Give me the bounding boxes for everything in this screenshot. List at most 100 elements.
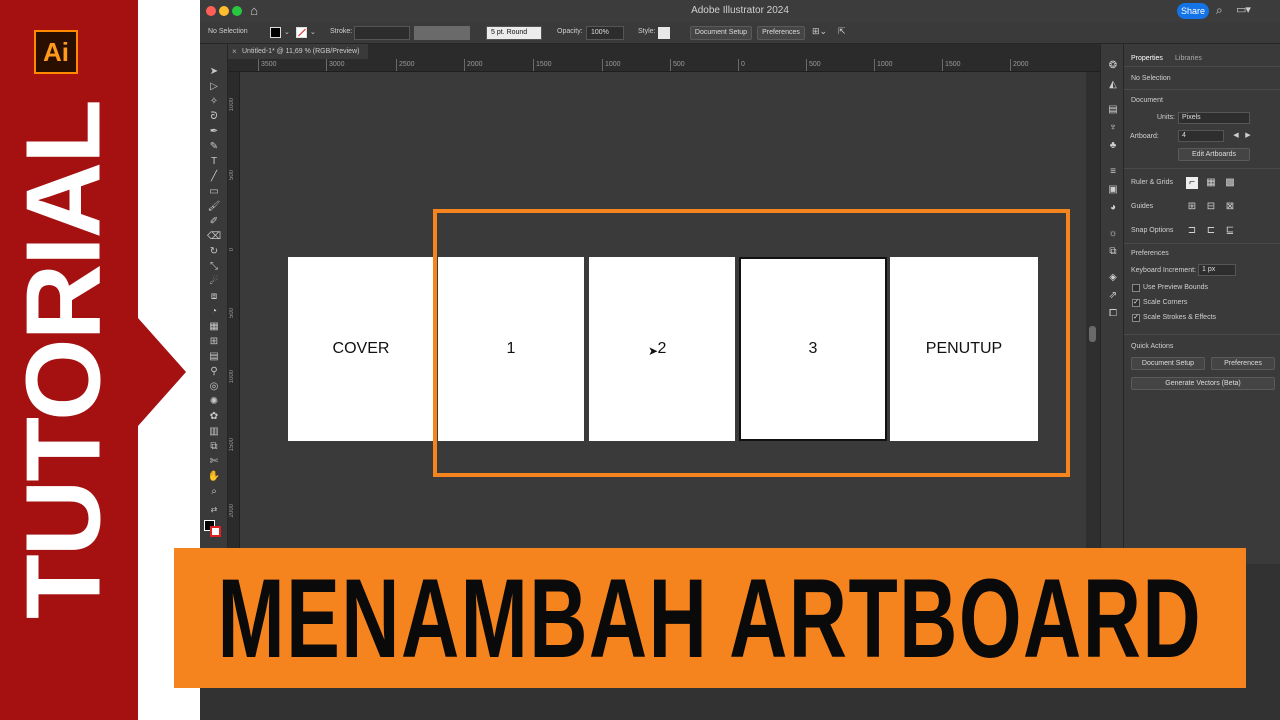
artboard-cover[interactable]: COVER: [288, 257, 434, 441]
selection-status: No Selection: [1131, 75, 1171, 82]
line-tool-icon[interactable]: ╱: [207, 171, 221, 183]
grid-icon[interactable]: ▦: [1205, 177, 1217, 189]
vertical-scrollbar[interactable]: [1086, 72, 1100, 552]
layers-icon[interactable]: ◈: [1106, 272, 1120, 284]
eraser-icon[interactable]: ⌫: [207, 231, 221, 243]
fill-color-swatch[interactable]: [270, 27, 281, 38]
stroke-weight-field[interactable]: [354, 26, 410, 40]
direct-selection-tool-icon[interactable]: ▷: [207, 81, 221, 93]
rotate-tool-icon[interactable]: ↻: [207, 246, 221, 258]
scale-corners-checkbox[interactable]: ✓: [1132, 299, 1140, 307]
document-tab[interactable]: × Untitled-1* @ 11,69 % (RGB/Preview): [228, 44, 368, 59]
units-select[interactable]: Pixels: [1178, 112, 1250, 124]
variable-width-profile[interactable]: [414, 26, 470, 40]
chevron-down-icon[interactable]: ⌄: [310, 28, 316, 36]
scale-strokes-checkbox[interactable]: ✓: [1132, 314, 1140, 322]
ruler-tick: 500: [673, 61, 685, 68]
close-icon[interactable]: ×: [232, 44, 237, 59]
home-icon[interactable]: ⌂: [246, 3, 262, 19]
color-icon[interactable]: ❂: [1106, 60, 1120, 72]
snap-to-grid-icon[interactable]: ⊏: [1205, 225, 1217, 237]
generate-vectors-button[interactable]: Generate Vectors (Beta): [1131, 377, 1275, 390]
chevron-down-icon[interactable]: ⌄: [284, 28, 290, 36]
export-icon[interactable]: ⇗: [1106, 290, 1120, 302]
scale-tool-icon[interactable]: ⤡: [207, 261, 221, 273]
use-preview-bounds-checkbox[interactable]: [1132, 284, 1140, 292]
selection-tool-icon[interactable]: ➤: [207, 66, 221, 78]
horizontal-ruler[interactable]: 3500 3000 2500 2000 1500 1000 500 0 500 …: [228, 59, 1100, 72]
snap-to-pixel-icon[interactable]: ⊑: [1224, 225, 1236, 237]
share-button[interactable]: Share: [1177, 3, 1209, 19]
mesh-tool-icon[interactable]: ⊞: [207, 336, 221, 348]
stroke-icon[interactable]: ≡: [1106, 166, 1120, 178]
smart-guides-icon[interactable]: ⊠: [1224, 201, 1236, 213]
free-transform-icon[interactable]: ⧈: [207, 291, 221, 303]
minimize-window-button[interactable]: [219, 6, 229, 16]
stroke-color-swatch[interactable]: [296, 27, 307, 38]
swap-colors-icon[interactable]: ⇄: [207, 504, 221, 516]
preferences-button[interactable]: Preferences: [757, 26, 805, 40]
pen-tool-icon[interactable]: ✒: [207, 126, 221, 138]
shape-builder-icon[interactable]: ◔: [207, 306, 221, 318]
symbol-tool-icon[interactable]: ✿: [207, 411, 221, 423]
align-icon[interactable]: ⊞⌄: [812, 26, 827, 37]
document-setup-button[interactable]: Document Setup: [1131, 357, 1205, 370]
opacity-field[interactable]: 100%: [586, 26, 624, 40]
lock-guides-icon[interactable]: ⊟: [1205, 201, 1217, 213]
color-guide-icon[interactable]: ◭: [1106, 79, 1120, 91]
brushes-icon[interactable]: ♆: [1106, 122, 1120, 134]
appearance-icon[interactable]: ☼: [1106, 228, 1120, 240]
zoom-tool-icon[interactable]: ⌕: [207, 486, 221, 498]
maximize-window-button[interactable]: [232, 6, 242, 16]
transform-icon[interactable]: ⇱: [838, 26, 846, 37]
gradient-icon[interactable]: ▣: [1106, 184, 1120, 196]
graphic-styles-icon[interactable]: ⧉: [1106, 246, 1120, 258]
rectangle-tool-icon[interactable]: ▭: [207, 186, 221, 198]
show-guides-icon[interactable]: ⊞: [1186, 201, 1198, 213]
document-setup-button[interactable]: Document Setup: [690, 26, 752, 40]
warp-tool-icon[interactable]: ☄: [207, 276, 221, 288]
preferences-button[interactable]: Preferences: [1211, 357, 1275, 370]
brush-definition[interactable]: 5 pt. Round: [486, 26, 542, 40]
blend-tool-icon[interactable]: ◎: [207, 381, 221, 393]
perspective-grid-icon[interactable]: ▦: [207, 321, 221, 333]
swatches-icon[interactable]: ▤: [1106, 104, 1120, 116]
tab-properties[interactable]: Properties: [1131, 55, 1163, 62]
transparency-grid-icon[interactable]: ▩: [1224, 177, 1236, 189]
canvas[interactable]: COVER 1 2 3 PENUTUP ➤: [240, 72, 1086, 552]
hand-tool-icon[interactable]: ✋: [207, 471, 221, 483]
paintbrush-icon[interactable]: 🖌: [207, 201, 221, 213]
shaper-tool-icon[interactable]: ✐: [207, 216, 221, 228]
gradient-tool-icon[interactable]: ▤: [207, 351, 221, 363]
magic-wand-icon[interactable]: ✧: [207, 96, 221, 108]
artboard-select[interactable]: 4: [1178, 130, 1224, 142]
slice-tool-icon[interactable]: ✄: [207, 456, 221, 468]
graphic-style-swatch[interactable]: [658, 27, 670, 39]
next-artboard-icon[interactable]: ▶: [1242, 130, 1254, 142]
lasso-icon[interactable]: ᘐ: [207, 111, 221, 123]
transparency-icon[interactable]: ◕: [1106, 202, 1120, 214]
scrollbar-thumb[interactable]: [1089, 326, 1096, 342]
symbols-icon[interactable]: ♣: [1106, 140, 1120, 152]
type-tool-icon[interactable]: T: [207, 156, 221, 168]
eyedropper-icon[interactable]: ⚲: [207, 366, 221, 378]
previous-artboard-icon[interactable]: ◀: [1230, 130, 1242, 142]
edit-artboards-button[interactable]: Edit Artboards: [1178, 148, 1250, 161]
tutorial-label-text: TUTORIAL: [4, 101, 123, 619]
close-window-button[interactable]: [206, 6, 216, 16]
artboards-icon[interactable]: ⧠: [1106, 308, 1120, 320]
workspace-icon[interactable]: ▭▾: [1236, 3, 1251, 16]
symbol-sprayer-icon[interactable]: ✺: [207, 396, 221, 408]
keyboard-increment-field[interactable]: 1 px: [1198, 264, 1236, 276]
vertical-ruler[interactable]: 1000 500 0 500 1000 1500 2000: [228, 72, 240, 552]
ruler-tick: 500: [229, 170, 235, 181]
ruler-icon[interactable]: ⌐: [1186, 177, 1198, 189]
stroke-swatch[interactable]: [210, 526, 221, 537]
artboard-tool-icon[interactable]: ⧉: [207, 441, 221, 453]
column-graph-icon[interactable]: ▥: [207, 426, 221, 438]
snap-to-point-icon[interactable]: ⊐: [1186, 225, 1198, 237]
curvature-tool-icon[interactable]: ✎: [207, 141, 221, 153]
artboard-label: COVER: [332, 340, 390, 357]
tab-libraries[interactable]: Libraries: [1175, 55, 1202, 62]
search-icon[interactable]: ⌕: [1216, 3, 1223, 18]
